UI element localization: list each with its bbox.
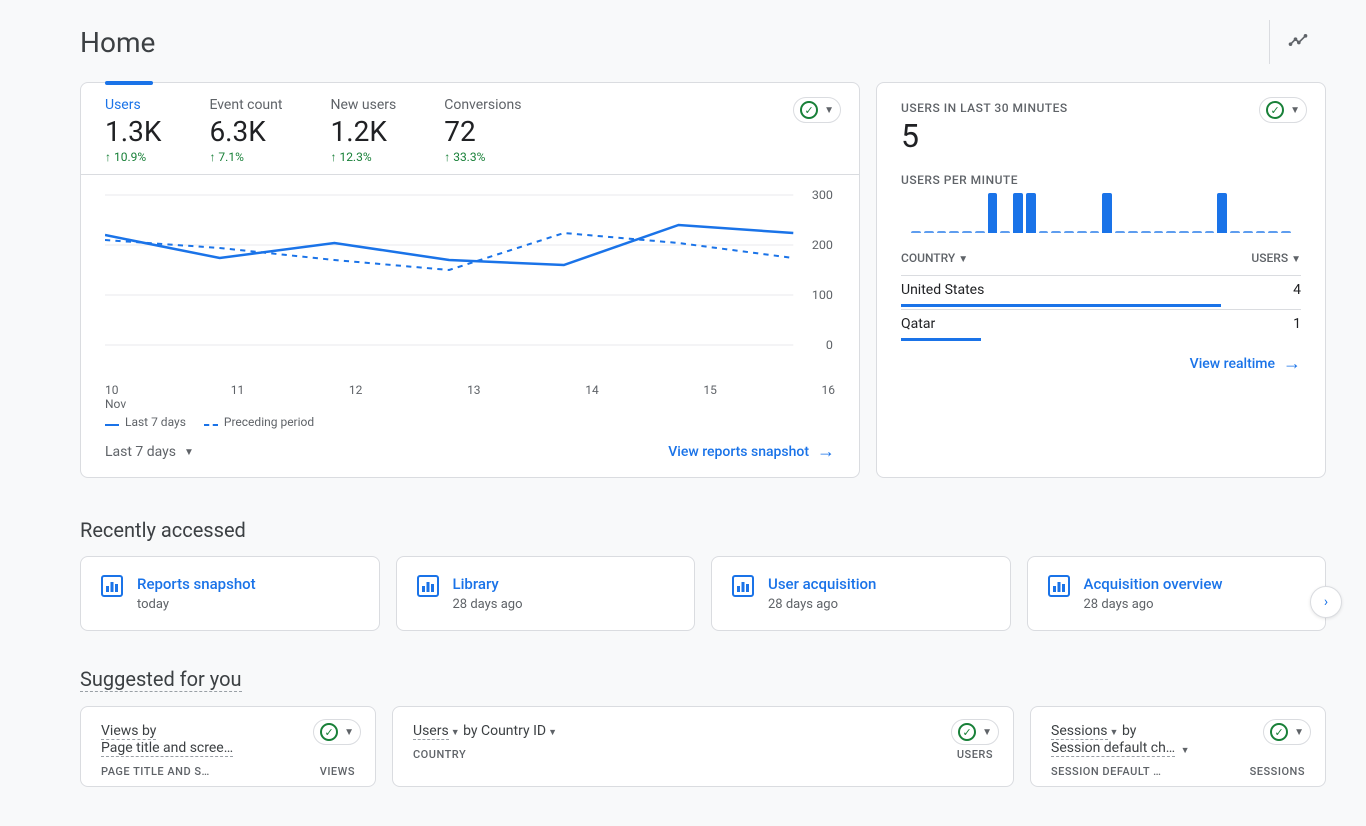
- recent-title: Library: [453, 575, 523, 593]
- check-icon: ✓: [958, 723, 976, 741]
- chevron-down-icon: ▼: [184, 447, 194, 458]
- recent-card-library[interactable]: Library 28 days ago: [396, 556, 696, 631]
- metric-users[interactable]: Users 1.3K ↑ 10.9%: [105, 97, 161, 164]
- chevron-down-icon: ▼: [1291, 254, 1301, 265]
- chevron-down-icon: ▼: [982, 727, 992, 738]
- metric-value: 1.2K: [330, 115, 396, 148]
- suggested-heading: Suggested for you: [80, 667, 1326, 692]
- recent-when: 28 days ago: [768, 597, 876, 612]
- country-header[interactable]: COUNTRY ▼: [901, 251, 968, 265]
- country-name: United States: [901, 282, 984, 298]
- suggested-title: Users▼ by Country ID▼: [413, 723, 993, 740]
- recent-title: Acquisition overview: [1084, 575, 1223, 593]
- suggested-card-users-by-country[interactable]: ✓ ▼ Users▼ by Country ID▼ COUNTRY USERS: [392, 706, 1014, 787]
- check-icon: ✓: [800, 101, 818, 119]
- recently-accessed-heading: Recently accessed: [80, 518, 1326, 542]
- chevron-right-icon: ›: [1324, 594, 1328, 610]
- chart-legend: Last 7 days Preceding period: [81, 411, 859, 429]
- svg-text:300: 300: [812, 188, 833, 202]
- chevron-down-icon: ▼: [344, 727, 354, 738]
- view-realtime-link[interactable]: View realtime→: [1190, 355, 1301, 373]
- metric-delta: ↑ 12.3%: [330, 150, 396, 164]
- view-reports-snapshot-link[interactable]: View reports snapshot→: [668, 443, 835, 461]
- svg-text:100: 100: [812, 288, 833, 302]
- recent-title: Reports snapshot: [137, 575, 256, 593]
- metric-label: Event count: [209, 97, 282, 113]
- realtime-card: ✓ ▼ USERS IN LAST 30 MINUTES 5 USERS PER…: [876, 82, 1326, 478]
- realtime-heading: USERS IN LAST 30 MINUTES: [901, 101, 1301, 115]
- bar-chart-icon: [101, 575, 123, 597]
- recent-card-user-acquisition[interactable]: User acquisition 28 days ago: [711, 556, 1011, 631]
- suggested-card-sessions-by-channel[interactable]: ✓ ▼ Sessions▼ by Session default ch… ▼ S…: [1030, 706, 1326, 787]
- arrow-right-icon: →: [1283, 355, 1301, 373]
- chevron-down-icon: ▼: [1294, 727, 1304, 738]
- users-per-minute-chart: [901, 189, 1301, 233]
- realtime-row: Qatar 1: [901, 309, 1301, 341]
- scroll-next-button[interactable]: ›: [1310, 586, 1342, 618]
- metric-delta: ↑ 10.9%: [105, 150, 161, 164]
- metric-label: Users: [105, 97, 161, 113]
- page-title: Home: [80, 26, 155, 59]
- metric-value: 72: [444, 115, 521, 148]
- bar-chart-icon: [417, 575, 439, 597]
- metric-label: Conversions: [444, 97, 521, 113]
- metric-new-users[interactable]: New users 1.2K ↑ 12.3%: [330, 97, 396, 164]
- col-header: COUNTRY: [413, 748, 466, 761]
- card-status-chip[interactable]: ✓ ▼: [951, 719, 999, 745]
- metric-delta: ↑ 7.1%: [209, 150, 282, 164]
- realtime-row: United States 4: [901, 275, 1301, 307]
- date-range-selector[interactable]: Last 7 days▼: [105, 444, 194, 460]
- insights-button[interactable]: [1269, 20, 1326, 64]
- recent-card-reports-snapshot[interactable]: Reports snapshot today: [80, 556, 380, 631]
- col-header: PAGE TITLE AND S…: [101, 765, 210, 778]
- metric-value: 1.3K: [105, 115, 161, 148]
- metric-value: 6.3K: [209, 115, 282, 148]
- bar-chart-icon: [732, 575, 754, 597]
- check-icon: ✓: [320, 723, 338, 741]
- chart-x-axis: 10Nov 11 12 13 14 15 16: [81, 381, 859, 411]
- country-count: 1: [1293, 316, 1301, 332]
- recent-when: today: [137, 597, 256, 612]
- metric-conversions[interactable]: Conversions 72 ↑ 33.3%: [444, 97, 521, 164]
- active-metric-indicator: [105, 81, 153, 85]
- card-status-chip[interactable]: ✓ ▼: [1259, 97, 1307, 123]
- realtime-value: 5: [901, 117, 1301, 155]
- col-header: SESSION DEFAULT …: [1051, 765, 1161, 778]
- chevron-down-icon: ▼: [1290, 105, 1300, 116]
- realtime-subheading: USERS PER MINUTE: [901, 173, 1301, 187]
- country-name: Qatar: [901, 316, 935, 332]
- chevron-down-icon: ▼: [958, 254, 968, 265]
- recent-card-acquisition-overview[interactable]: Acquisition overview 28 days ago: [1027, 556, 1327, 631]
- recent-title: User acquisition: [768, 575, 876, 593]
- metric-delta: ↑ 33.3%: [444, 150, 521, 164]
- col-header: USERS: [957, 748, 993, 761]
- chevron-down-icon: ▼: [824, 105, 834, 116]
- users-header[interactable]: USERS ▼: [1251, 251, 1301, 265]
- card-status-chip[interactable]: ✓ ▼: [313, 719, 361, 745]
- svg-text:200: 200: [812, 238, 833, 252]
- recent-when: 28 days ago: [1084, 597, 1223, 612]
- recent-when: 28 days ago: [453, 597, 523, 612]
- svg-text:0: 0: [826, 338, 833, 352]
- arrow-right-icon: →: [817, 443, 835, 461]
- bar-chart-icon: [1048, 575, 1070, 597]
- col-header: SESSIONS: [1250, 765, 1305, 778]
- overview-chart: 300 200 100 0: [81, 175, 859, 381]
- overview-card: Users 1.3K ↑ 10.9% Event count 6.3K ↑ 7.…: [80, 82, 860, 478]
- suggested-card-views-by-page[interactable]: ✓ ▼ Views by Page title and scree… PAGE …: [80, 706, 376, 787]
- metric-label: New users: [330, 97, 396, 113]
- card-status-chip[interactable]: ✓ ▼: [793, 97, 841, 123]
- check-icon: ✓: [1266, 101, 1284, 119]
- col-header: VIEWS: [320, 765, 355, 778]
- check-icon: ✓: [1270, 723, 1288, 741]
- country-count: 4: [1293, 282, 1301, 298]
- metric-event-count[interactable]: Event count 6.3K ↑ 7.1%: [209, 97, 282, 164]
- card-status-chip[interactable]: ✓ ▼: [1263, 719, 1311, 745]
